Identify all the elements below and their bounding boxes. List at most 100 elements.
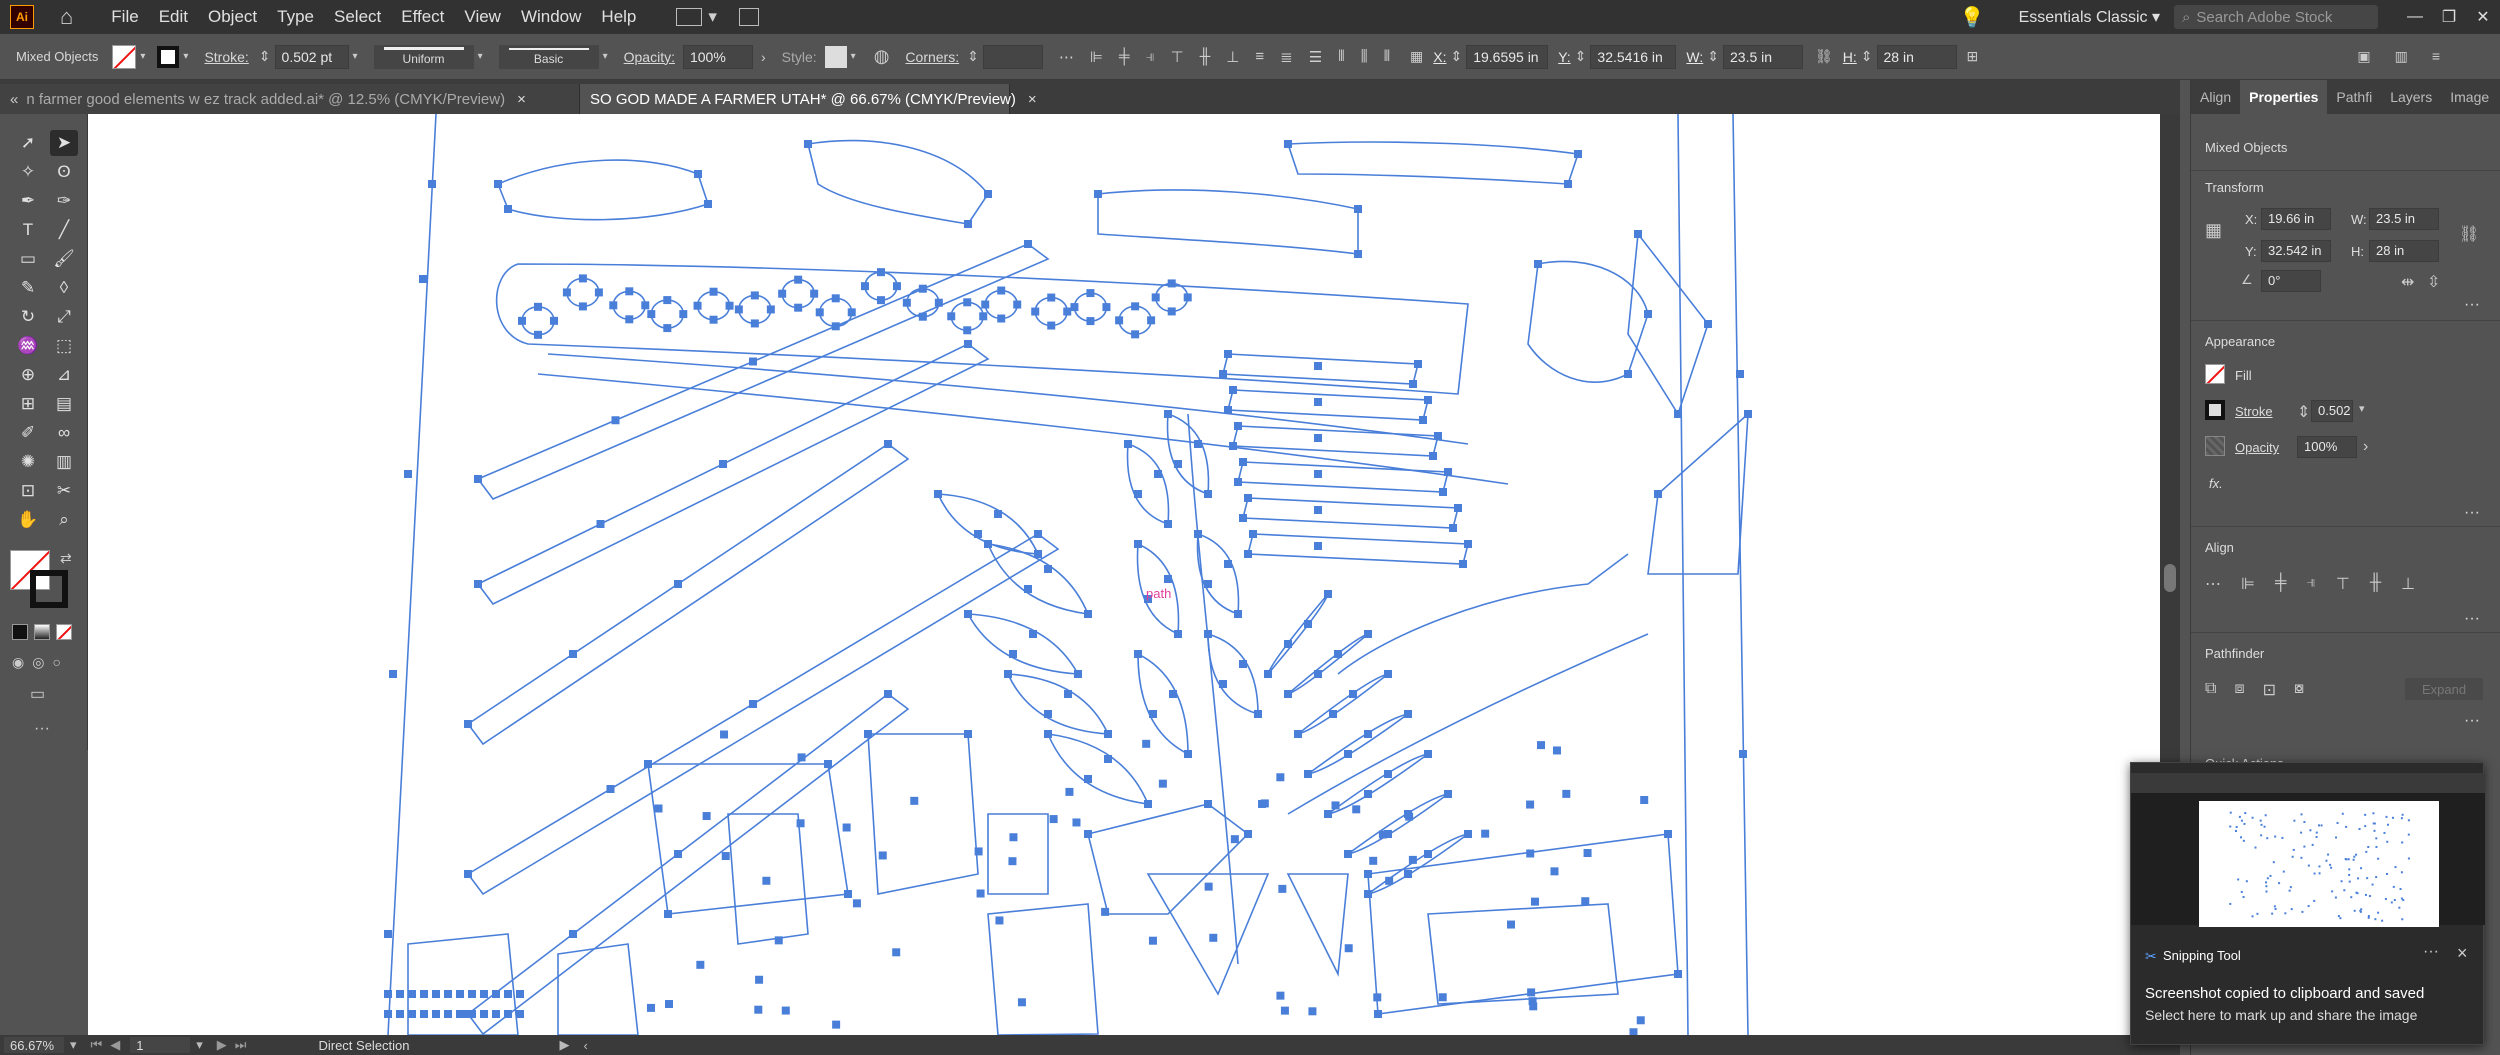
anchor-point[interactable] [679, 310, 688, 319]
anchor-point[interactable] [1086, 289, 1095, 298]
opacity-field[interactable]: 100% [682, 44, 753, 69]
stepper-icon[interactable]: ⇕ [2297, 402, 2310, 422]
anchor-point[interactable] [1636, 1016, 1645, 1025]
anchor-point[interactable] [754, 1005, 763, 1014]
y-field[interactable]: 32.5416 in [1590, 44, 1677, 69]
anchor-point[interactable] [1537, 741, 1546, 750]
anchor-point[interactable] [1324, 590, 1332, 598]
fill-none-swatch[interactable] [2205, 364, 2225, 384]
anchor-point[interactable] [934, 298, 943, 307]
distribute-center-icon[interactable]: ⫼ [1361, 48, 1368, 66]
anchor-point[interactable] [778, 289, 787, 298]
recolor-icon[interactable]: ◍ [874, 46, 890, 67]
anchor-point[interactable] [1084, 775, 1092, 783]
anchor-point[interactable] [1230, 835, 1239, 844]
anchor-point[interactable] [420, 1010, 428, 1018]
ornament-circle[interactable] [612, 290, 647, 321]
ornament-circle[interactable] [1034, 296, 1069, 327]
tab-align[interactable]: Align [2191, 89, 2240, 105]
gpu-preview-icon[interactable] [738, 8, 759, 26]
ornament-circle[interactable] [864, 271, 898, 301]
anchor-point[interactable] [974, 530, 982, 538]
anchor-point[interactable] [694, 170, 702, 178]
anchor-point[interactable] [1158, 779, 1167, 788]
anchor-point[interactable] [892, 948, 901, 957]
anchor-point[interactable] [1364, 890, 1372, 898]
fence-shape[interactable] [557, 943, 639, 1035]
blend-tool-icon[interactable]: ∞ [50, 420, 78, 446]
stepper-icon[interactable]: ⇕ [1707, 48, 1719, 65]
anchor-point[interactable] [1434, 432, 1442, 440]
anchor-point[interactable] [1562, 789, 1571, 798]
menu-view[interactable]: View [454, 7, 511, 27]
rotate-field[interactable]: 0° [2261, 270, 2321, 292]
anchor-point[interactable] [892, 282, 901, 291]
anchor-point[interactable] [884, 440, 892, 448]
anchor-point[interactable] [884, 690, 892, 698]
wheat-leaf[interactable] [1207, 632, 1259, 716]
anchor-point[interactable] [1167, 279, 1176, 288]
anchor-point[interactable] [1429, 452, 1437, 460]
anchor-point[interactable] [750, 291, 759, 300]
anchor-point[interactable] [1634, 230, 1642, 238]
tab-properties[interactable]: Properties [2240, 80, 2328, 114]
anchor-point[interactable] [796, 819, 805, 828]
anchor-point[interactable] [1204, 580, 1212, 588]
h-field[interactable]: 28 in [2369, 240, 2439, 262]
anchor-point[interactable] [1070, 303, 1079, 312]
ornament-circle[interactable] [984, 289, 1019, 320]
anchor-point[interactable] [832, 1020, 841, 1029]
anchor-point[interactable] [1219, 370, 1227, 378]
anchor-point[interactable] [918, 284, 927, 293]
anchor-point[interactable] [1024, 240, 1032, 248]
anchor-point[interactable] [1204, 630, 1212, 638]
exclude-icon[interactable]: ⧇ [2294, 680, 2304, 700]
scrollbar-thumb[interactable] [2164, 564, 2176, 592]
scale-tool-icon[interactable]: ⤢ [50, 304, 78, 330]
search-stock-input[interactable]: ⌕ Search Adobe Stock [2174, 5, 2378, 29]
align-right-icon[interactable]: ⫣ [2306, 574, 2316, 594]
anchor-point[interactable] [1280, 1006, 1289, 1015]
align-bottom-icon[interactable]: ⊥ [1226, 48, 1239, 66]
chevron-down-icon[interactable]: ▾ [353, 51, 358, 62]
anchor-point[interactable] [468, 990, 476, 998]
anchor-point[interactable] [725, 301, 734, 310]
first-artboard-icon[interactable]: ⏮ [91, 1037, 103, 1053]
anchor-point[interactable] [562, 288, 571, 297]
magic-wand-tool-icon[interactable]: ✧ [14, 159, 42, 185]
anchor-point[interactable] [1024, 585, 1032, 593]
anchor-point[interactable] [1664, 830, 1672, 838]
anchor-point[interactable] [918, 312, 927, 321]
arrange-documents-button[interactable]: ▾ [676, 7, 759, 27]
anchor-point[interactable] [1229, 386, 1237, 394]
anchor-point[interactable] [976, 889, 985, 898]
anchor-point[interactable] [1364, 630, 1372, 638]
anchor-point[interactable] [534, 330, 543, 339]
anchor-point[interactable] [847, 308, 856, 317]
anchor-point[interactable] [1314, 398, 1322, 406]
window-shape[interactable] [1427, 903, 1619, 1005]
align-bottom-icon[interactable]: ⊥ [2401, 574, 2415, 594]
anchor-point[interactable] [1344, 850, 1352, 858]
anchor-point[interactable] [1017, 998, 1026, 1007]
anchor-point[interactable] [902, 298, 911, 307]
anchor-point[interactable] [396, 1010, 404, 1018]
anchor-point[interactable] [1044, 730, 1052, 738]
w-field[interactable]: 23.5 in [1723, 44, 1803, 69]
anchor-point[interactable] [984, 190, 992, 198]
stepper-icon[interactable]: ⇕ [1575, 48, 1587, 65]
anchor-point[interactable] [1169, 690, 1177, 698]
anchor-point[interactable] [1304, 620, 1312, 628]
menu-select[interactable]: Select [324, 7, 391, 27]
wheat-leaf[interactable] [1297, 673, 1389, 735]
anchor-point[interactable] [709, 287, 718, 296]
tab-pathfinder[interactable]: Pathfi [2327, 89, 2381, 105]
flip-horizontal-icon[interactable]: ⇹ [2401, 272, 2414, 292]
anchor-point[interactable] [1374, 1010, 1382, 1018]
anchor-point[interactable] [396, 990, 404, 998]
anchor-point[interactable] [1674, 970, 1682, 978]
align-to-icon[interactable]: ⋯ [2205, 574, 2221, 594]
anchor-point[interactable] [647, 310, 656, 319]
anchor-point[interactable] [720, 730, 729, 739]
anchor-point[interactable] [1481, 829, 1490, 838]
